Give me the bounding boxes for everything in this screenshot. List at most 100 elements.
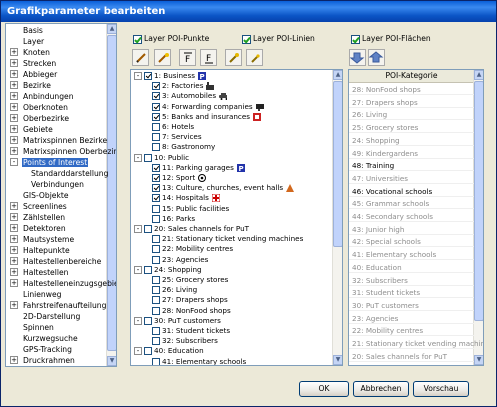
poi-tree-item-16-parks[interactable]: 16: Parks xyxy=(152,214,195,224)
collapse-icon[interactable]: - xyxy=(134,347,142,356)
poi-list-item[interactable]: 47: Universities xyxy=(349,173,474,184)
scroll-thumb[interactable] xyxy=(107,35,116,351)
tree-item-bezirke[interactable]: + Bezirke xyxy=(10,80,52,91)
poi-tree-item-32-subscribers[interactable]: 32: Subscribers xyxy=(152,336,218,346)
font-down-button[interactable]: F xyxy=(200,49,217,66)
poi-tree-item-15-public-facilities[interactable]: 15: Public facilities xyxy=(152,204,229,214)
poi-list-item[interactable]: 44: Secondary schools xyxy=(349,211,474,222)
poi-tree-item-30-put-customers[interactable]: - 30: PuT customers xyxy=(134,316,221,326)
poi-list-item[interactable]: 22: Mobility centres xyxy=(349,325,474,337)
tree-item-oberbezirke[interactable]: + Oberbezirke xyxy=(10,113,70,124)
collapse-icon[interactable]: - xyxy=(134,153,142,162)
expand-icon[interactable]: + xyxy=(10,301,18,309)
poi-list-item[interactable]: 20: Sales channels for PuT xyxy=(349,351,474,362)
poi-list-item[interactable]: 25: Grocery stores xyxy=(349,122,474,134)
expand-icon[interactable]: + xyxy=(10,268,18,276)
expand-icon[interactable]: + xyxy=(10,114,18,122)
poi-tree-item-6-hotels[interactable]: 6: Hotels xyxy=(152,122,194,132)
poi-checkbox[interactable] xyxy=(144,347,152,356)
poi-checkbox[interactable] xyxy=(152,306,160,315)
poi-checkbox[interactable] xyxy=(144,72,152,80)
poi-list-scrollbar[interactable]: ▲ ▼ xyxy=(473,70,483,365)
tree-item-layer[interactable]: Layer xyxy=(10,36,45,47)
collapse-icon[interactable]: - xyxy=(10,158,18,166)
collapse-icon[interactable]: - xyxy=(134,225,142,233)
tree-item-oberknoten[interactable]: + Oberknoten xyxy=(10,102,69,113)
scroll-down-icon[interactable]: ▼ xyxy=(474,355,483,365)
poi-tree-item-3-automobiles[interactable]: 3: Automobiles xyxy=(152,91,228,101)
poi-checkbox[interactable] xyxy=(152,255,160,264)
scroll-thumb[interactable] xyxy=(333,81,342,247)
poi-tree-item-20-sales-channels-for-put[interactable]: - 20: Sales channels for PuT xyxy=(134,224,249,234)
layer-poi-areas-checkbox[interactable]: Layer POI-Flächen xyxy=(351,33,431,45)
wand-button[interactable] xyxy=(225,49,242,66)
move-down-button[interactable] xyxy=(349,49,366,66)
layer-poi-lines-checkbox[interactable]: Layer POI-Linien xyxy=(242,33,315,45)
poi-checkbox[interactable] xyxy=(152,133,160,142)
poi-checkbox[interactable] xyxy=(144,225,152,233)
poi-tree-item-1-business[interactable]: - 1: Business P xyxy=(134,71,206,81)
poi-list-item[interactable]: 45: Grammar schools xyxy=(349,198,474,210)
poi-list-item[interactable]: 23: Agencies xyxy=(349,313,474,324)
poi-list-item[interactable]: 31: Student tickets xyxy=(349,287,474,299)
poi-checkbox[interactable] xyxy=(144,265,152,274)
tree-item-gis-objekte[interactable]: GIS-Objekte xyxy=(10,190,70,201)
tree-item-points-of-interest[interactable]: - Points of Interest xyxy=(10,157,89,168)
poi-tree-item-14-hospitals[interactable]: 14: Hospitals xyxy=(152,193,220,203)
expand-icon[interactable]: + xyxy=(10,59,18,67)
font-up-button[interactable]: F xyxy=(179,49,196,66)
tree-item-druckrahmen[interactable]: + Druckrahmen xyxy=(10,355,76,366)
poi-tree-item-40-education[interactable]: - 40: Education xyxy=(134,346,204,356)
expand-icon[interactable]: + xyxy=(10,81,18,89)
poi-tree-item-26-living[interactable]: 26: Living xyxy=(152,285,197,295)
tree-item-haltestelleneinzugsgebiete[interactable]: + Haltestelleneinzugsgebiete xyxy=(10,278,116,289)
tree-item-screenlines[interactable]: + Screenlines xyxy=(10,201,68,212)
tree-item-standarddarstellung[interactable]: Standarddarstellung xyxy=(30,168,109,179)
tree-item-detektoren[interactable]: + Detektoren xyxy=(10,223,67,234)
expand-icon[interactable]: + xyxy=(10,246,18,254)
poi-list-item[interactable]: 41: Elementary schools xyxy=(349,249,474,261)
tree-item-gebiete[interactable]: + Gebiete xyxy=(10,124,54,135)
poi-list-item[interactable]: 27: Drapers shops xyxy=(349,97,474,108)
poi-checkbox[interactable] xyxy=(152,296,160,305)
poi-tree-item-8-gastronomy[interactable]: 8: Gastronomy xyxy=(152,142,215,152)
scroll-up-icon[interactable]: ▲ xyxy=(333,70,342,80)
poi-tree-item-21-stationary-ticket-vending-machines[interactable]: 21: Stationary ticket vending machines xyxy=(152,234,303,244)
expand-icon[interactable]: + xyxy=(10,257,18,265)
scroll-up-icon[interactable]: ▲ xyxy=(474,70,483,80)
poi-checkbox[interactable] xyxy=(152,82,160,91)
poi-checkbox[interactable] xyxy=(152,204,160,213)
poi-tree-item-23-agencies[interactable]: 23: Agencies xyxy=(152,255,208,265)
tree-item-fahrstreifenaufteilung[interactable]: + Fahrstreifenaufteilung xyxy=(10,300,107,311)
checkbox-icon[interactable] xyxy=(133,34,142,44)
left-scrollbar[interactable]: ▲ ▼ xyxy=(106,24,116,366)
poi-tree-item-13-culture-churches-event-halls[interactable]: 13: Culture, churches, event halls xyxy=(152,183,295,193)
poi-tree-item-2-factories[interactable]: 2: Factories xyxy=(152,81,215,91)
tree-item-verbindungen[interactable]: Verbindungen xyxy=(30,179,85,190)
poi-list-item[interactable]: 21: Stationary ticket vending machines xyxy=(349,338,483,349)
poi-tree-scrollbar[interactable]: ▲ ▼ xyxy=(332,70,342,365)
expand-icon[interactable]: + xyxy=(10,224,18,232)
poi-list-item[interactable]: 28: NonFood shops xyxy=(349,84,474,95)
tree-item-z-hlstellen[interactable]: + Zählstellen xyxy=(10,212,66,223)
poi-checkbox[interactable] xyxy=(152,245,160,254)
expand-icon[interactable]: + xyxy=(10,70,18,78)
tree-item-haltestellenbereiche[interactable]: + Haltestellenbereiche xyxy=(10,256,102,267)
expand-icon[interactable]: + xyxy=(10,202,18,210)
tree-item-gps-tracking[interactable]: GPS-Tracking xyxy=(10,344,73,355)
poi-checkbox[interactable] xyxy=(152,163,160,172)
poi-list-item[interactable]: 48: Training xyxy=(349,160,474,172)
collapse-icon[interactable]: - xyxy=(134,265,142,274)
expand-icon[interactable]: + xyxy=(10,213,18,221)
poi-checkbox[interactable] xyxy=(152,235,160,244)
tree-item-matrixspinnen-bezirke[interactable]: + Matrixspinnen Bezirke xyxy=(10,135,108,146)
expand-icon[interactable]: + xyxy=(10,235,18,243)
expand-icon[interactable]: + xyxy=(10,136,18,144)
checkbox-icon[interactable] xyxy=(351,34,360,44)
poi-list-item[interactable]: 26: Living xyxy=(349,109,474,121)
poi-checkbox[interactable] xyxy=(152,194,160,203)
poi-tree-item-7-services[interactable]: 7: Services xyxy=(152,132,202,142)
poi-checkbox[interactable] xyxy=(152,184,160,193)
poi-checkbox[interactable] xyxy=(152,276,160,284)
collapse-icon[interactable]: - xyxy=(134,316,142,325)
